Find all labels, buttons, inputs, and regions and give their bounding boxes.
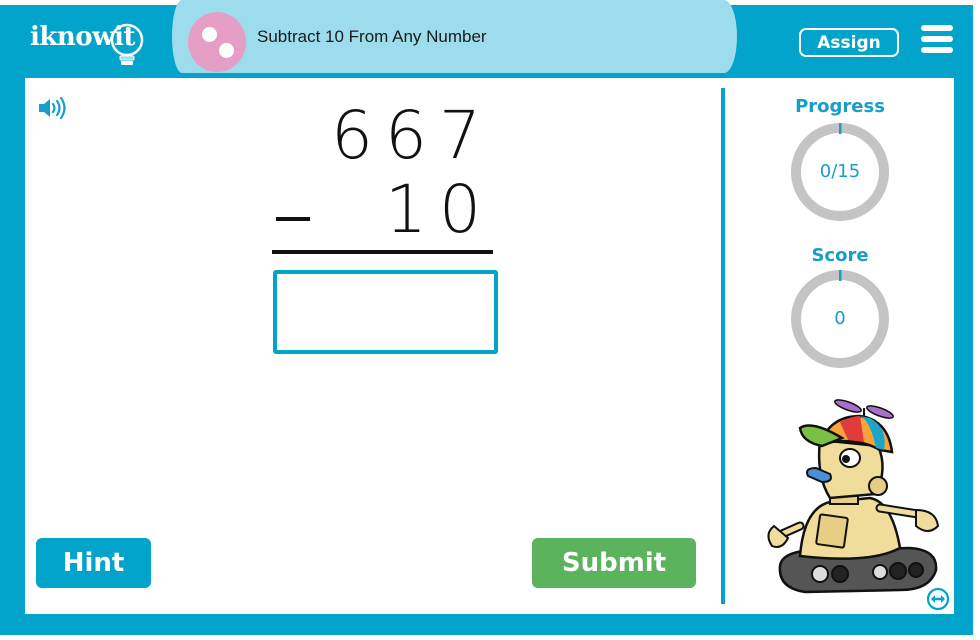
subtraction-problem: 667 10 (272, 97, 497, 262)
hamburger-menu-icon[interactable] (921, 25, 953, 53)
score-label: Score (811, 245, 869, 266)
iknowit-logo[interactable]: iknowit (30, 18, 150, 65)
answer-line (272, 250, 493, 254)
sidebar-divider (721, 88, 725, 604)
answer-input[interactable] (273, 270, 498, 354)
speaker-icon[interactable] (38, 97, 66, 119)
horizontal-arrows-icon[interactable] (926, 587, 950, 611)
lesson-title: Subtract 10 From Any Number (257, 27, 487, 46)
progress-value: 0/15 (819, 161, 861, 182)
submit-button[interactable]: Submit (532, 538, 696, 588)
progress-label: Progress (795, 96, 885, 117)
robot-mascot (767, 399, 940, 594)
topic-icon (188, 12, 246, 72)
minus-sign (276, 217, 310, 221)
subtrahend: 10 (385, 171, 493, 248)
score-value: 0 (834, 308, 846, 329)
minuend: 667 (331, 97, 493, 174)
hint-button[interactable]: Hint (36, 538, 151, 588)
lightbulb-icon (110, 23, 144, 65)
assign-button[interactable]: Assign (799, 28, 899, 57)
